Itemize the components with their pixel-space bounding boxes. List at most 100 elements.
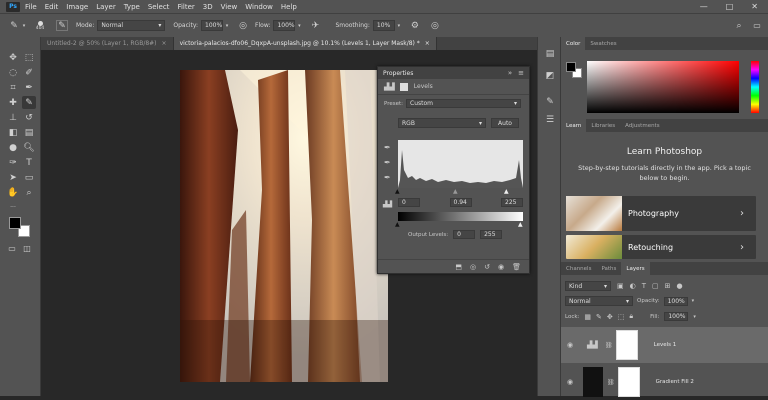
tab-swatches[interactable]: Swatches <box>585 37 621 50</box>
tab-victoria-palacios[interactable]: victoria-palacios-dfo06_DqxpA-unsplash.j… <box>173 37 437 50</box>
auto-button[interactable]: Auto <box>491 118 519 128</box>
eye-icon[interactable]: ◉ <box>561 378 579 386</box>
filter-toggle-icon[interactable]: ● <box>677 282 683 290</box>
chain-icon[interactable]: ⛓ <box>607 379 615 386</box>
preset-dropdown[interactable]: Custom ▾ <box>406 99 522 108</box>
menu-help[interactable]: Help <box>281 3 297 11</box>
adjustments-icon[interactable]: ◩ <box>543 69 557 82</box>
close-icon[interactable]: ✕ <box>751 2 758 11</box>
filter-type-icon[interactable]: T <box>642 282 646 290</box>
tab-paths[interactable]: Paths <box>596 262 621 275</box>
screen-mode-icon[interactable]: ▭ <box>5 242 19 255</box>
brush-tool-icon[interactable]: ✎ <box>8 21 20 31</box>
properties-tab[interactable]: Properties <box>383 70 413 77</box>
chevron-down-icon[interactable]: ▾ <box>395 23 403 29</box>
settings-icon[interactable]: ⚙ <box>409 21 421 31</box>
history-brush-tool-icon[interactable]: ↺ <box>22 111 36 124</box>
more-tools-icon[interactable]: ··· <box>6 201 20 214</box>
lock-position-icon[interactable]: ✥ <box>607 313 613 321</box>
minimize-icon[interactable]: — <box>700 2 708 11</box>
lock-transparent-icon[interactable]: ▦ <box>584 313 591 321</box>
menu-file[interactable]: File <box>25 3 37 11</box>
hue-slider[interactable] <box>751 61 759 113</box>
brush-tool-icon[interactable]: ✎ <box>22 96 36 109</box>
type-tool-icon[interactable]: T <box>22 156 36 169</box>
menu-window[interactable]: Window <box>245 3 273 11</box>
dodge-tool-icon[interactable]: 🔍︎ <box>22 141 36 154</box>
lock-artboard-icon[interactable]: ⬚ <box>618 313 625 321</box>
filter-adjustment-icon[interactable]: ◐ <box>630 282 636 290</box>
layer-mask-thumbnail[interactable] <box>615 330 638 360</box>
tab-color[interactable]: Color <box>561 37 586 50</box>
input-white-field[interactable]: 225 <box>501 197 523 207</box>
tab-adjustments[interactable]: Adjustments <box>620 119 664 132</box>
blur-tool-icon[interactable]: ● <box>6 141 20 154</box>
white-point-eyedropper-icon[interactable]: ✒ <box>384 173 391 182</box>
lasso-tool-icon[interactable]: ◌ <box>6 66 20 79</box>
chevron-down-icon[interactable]: ▾ <box>223 23 231 29</box>
gradient-tool-icon[interactable]: ▤ <box>22 126 36 139</box>
filter-pixel-icon[interactable]: ▣ <box>617 282 624 290</box>
color-field[interactable] <box>587 61 739 113</box>
output-sliders[interactable]: ▲ ▲ <box>395 221 523 228</box>
zoom-tool-icon[interactable]: ⌕ <box>22 186 36 199</box>
input-black-field[interactable]: 0 <box>398 197 420 207</box>
history-icon[interactable]: ▤ <box>543 47 557 60</box>
maximize-icon[interactable]: □ <box>726 2 734 11</box>
search-icon[interactable]: ⌕ <box>733 21 745 31</box>
quick-select-tool-icon[interactable]: ✐ <box>22 66 36 79</box>
chevron-down-icon[interactable]: ▾ <box>692 298 695 304</box>
view-previous-icon[interactable]: ◎ <box>470 263 476 271</box>
foreground-color-swatch-top[interactable] <box>9 217 21 229</box>
white-output-slider[interactable]: ▲ <box>518 221 523 228</box>
chain-icon[interactable]: ⛓ <box>605 342 613 349</box>
pen-tool-icon[interactable]: ✑ <box>6 156 20 169</box>
brush-settings-icon[interactable]: ✎ <box>56 20 68 31</box>
layer-opacity-field[interactable]: 100% <box>663 296 688 306</box>
eraser-tool-icon[interactable]: ◧ <box>6 126 20 139</box>
filter-shape-icon[interactable]: ▢ <box>652 282 659 290</box>
reset-icon[interactable]: ↺ <box>484 263 490 271</box>
opacity-field[interactable]: 100% <box>201 20 224 31</box>
close-icon[interactable]: × <box>162 40 167 47</box>
menu-image[interactable]: Image <box>66 3 88 11</box>
output-black-field[interactable]: 0 <box>453 230 476 239</box>
learn-item-photography[interactable]: Photography › <box>566 196 756 231</box>
menu-type[interactable]: Type <box>124 3 140 11</box>
output-white-field[interactable]: 255 <box>480 230 503 239</box>
airbrush-icon[interactable]: ✈ <box>309 21 321 31</box>
clone-stamp-tool-icon[interactable]: ⊥ <box>6 111 20 124</box>
trash-icon[interactable]: 🗑︎ <box>512 263 521 271</box>
eye-icon[interactable]: ◉ <box>498 263 504 271</box>
eye-icon[interactable]: ◉ <box>561 341 579 349</box>
close-icon[interactable]: × <box>425 40 430 47</box>
pressure-opacity-icon[interactable]: ◎ <box>237 21 249 31</box>
clipping-icon[interactable]: ▟▟ <box>383 201 392 208</box>
tab-learn[interactable]: Learn <box>561 119 587 132</box>
white-input-slider[interactable]: ▲ <box>504 188 509 195</box>
black-point-eyedropper-icon[interactable]: ✒ <box>384 143 391 152</box>
brush-settings-panel-icon[interactable]: ✎ <box>543 95 557 108</box>
blend-mode-dropdown[interactable]: Normal ▾ <box>565 296 633 306</box>
input-gamma-field[interactable]: 0.94 <box>449 197 472 207</box>
layer-row-gradient-fill-2[interactable]: ◉ ⛓ Gradient Fill 2 <box>561 364 768 400</box>
tab-layers[interactable]: Layers <box>621 262 650 275</box>
tab-libraries[interactable]: Libraries <box>586 119 620 132</box>
quick-mask-icon[interactable]: ◫ <box>20 242 34 255</box>
healing-tool-icon[interactable]: ✚ <box>6 96 20 109</box>
lock-pixels-icon[interactable]: ✎ <box>596 313 602 321</box>
smoothing-field[interactable]: 10% <box>372 20 395 31</box>
crop-tool-icon[interactable]: ⌗ <box>6 81 20 94</box>
properties-panel-icon[interactable]: ☰ <box>543 113 557 126</box>
layer-mask-thumbnail[interactable] <box>617 367 640 397</box>
black-input-slider[interactable]: ▲ <box>395 188 400 195</box>
lock-all-icon[interactable]: 🔒︎ <box>629 312 633 321</box>
menu-filter[interactable]: Filter <box>177 3 194 11</box>
mode-dropdown[interactable]: Normal ▾ <box>97 20 166 31</box>
menu-select[interactable]: Select <box>148 3 170 11</box>
chevron-down-icon[interactable]: ▾ <box>20 23 28 29</box>
menu-edit[interactable]: Edit <box>45 3 59 11</box>
document-image[interactable] <box>180 70 388 382</box>
hand-tool-icon[interactable]: ✋ <box>6 186 20 199</box>
path-select-tool-icon[interactable]: ➤ <box>6 171 20 184</box>
